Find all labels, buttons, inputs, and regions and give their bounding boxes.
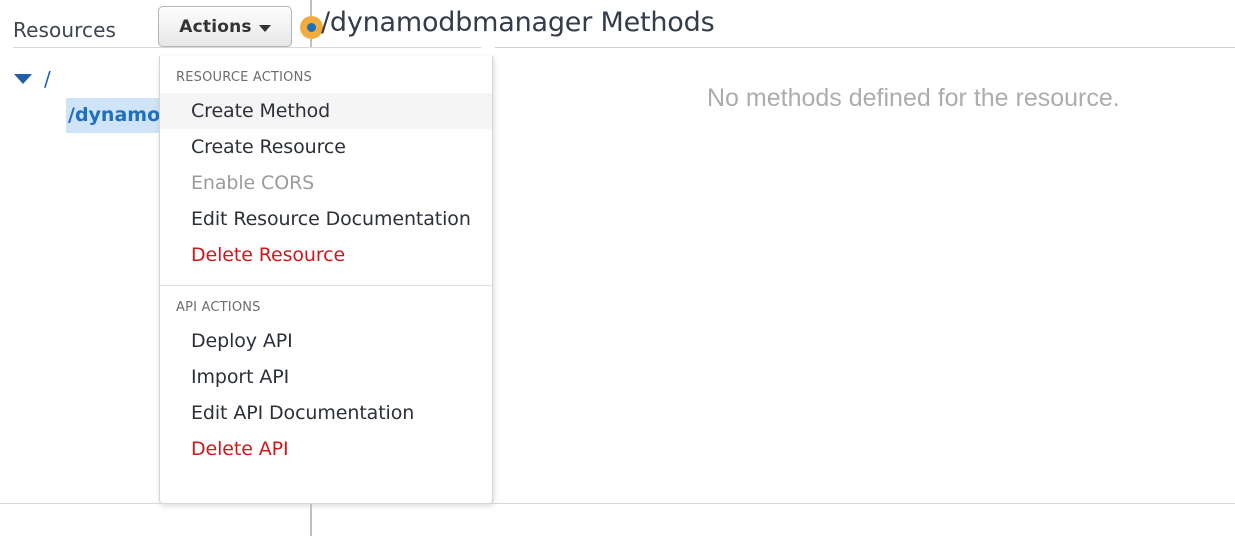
actions-button-label: Actions — [179, 16, 252, 37]
empty-state-message: No methods defined for the resource. — [707, 84, 1120, 112]
menu-item-deploy-api[interactable]: Deploy API — [160, 323, 492, 359]
menu-item-create-resource[interactable]: Create Resource — [160, 129, 492, 165]
tree-item-root-label[interactable]: / — [44, 67, 51, 91]
resource-node-dot-icon — [300, 16, 323, 39]
menu-item-delete-resource[interactable]: Delete Resource — [160, 237, 492, 273]
menu-item-enable-cors: Enable CORS — [191, 172, 315, 194]
header-divider-right — [495, 47, 1235, 48]
content-bottom-divider — [0, 503, 1235, 504]
header-divider-left — [13, 47, 481, 48]
menu-item-edit-resource-documentation[interactable]: Edit Resource Documentation — [160, 201, 492, 237]
page-title: /dynamodbmanager Methods — [321, 7, 715, 38]
menu-item-create-method[interactable]: Create Method — [160, 93, 492, 129]
menu-section-resource-actions: RESOURCE ACTIONS Create Method Create Re… — [160, 56, 492, 273]
actions-button[interactable]: Actions — [158, 6, 292, 47]
actions-dropdown-menu[interactable]: RESOURCE ACTIONS Create Method Create Re… — [159, 56, 493, 504]
triangle-down-icon[interactable] — [14, 74, 32, 84]
chevron-down-icon — [258, 25, 271, 32]
tree-connector-line-bottom — [310, 504, 312, 536]
resources-panel-title: Resources — [13, 18, 117, 42]
menu-section-header-resource-actions: RESOURCE ACTIONS — [176, 70, 312, 85]
menu-section-api-actions: API ACTIONS Deploy API Import API Edit A… — [160, 286, 492, 467]
menu-item-import-api[interactable]: Import API — [160, 359, 492, 395]
menu-item-delete-api[interactable]: Delete API — [160, 431, 492, 467]
menu-section-header-api-actions: API ACTIONS — [176, 300, 261, 315]
menu-item-edit-api-documentation[interactable]: Edit API Documentation — [160, 395, 492, 431]
